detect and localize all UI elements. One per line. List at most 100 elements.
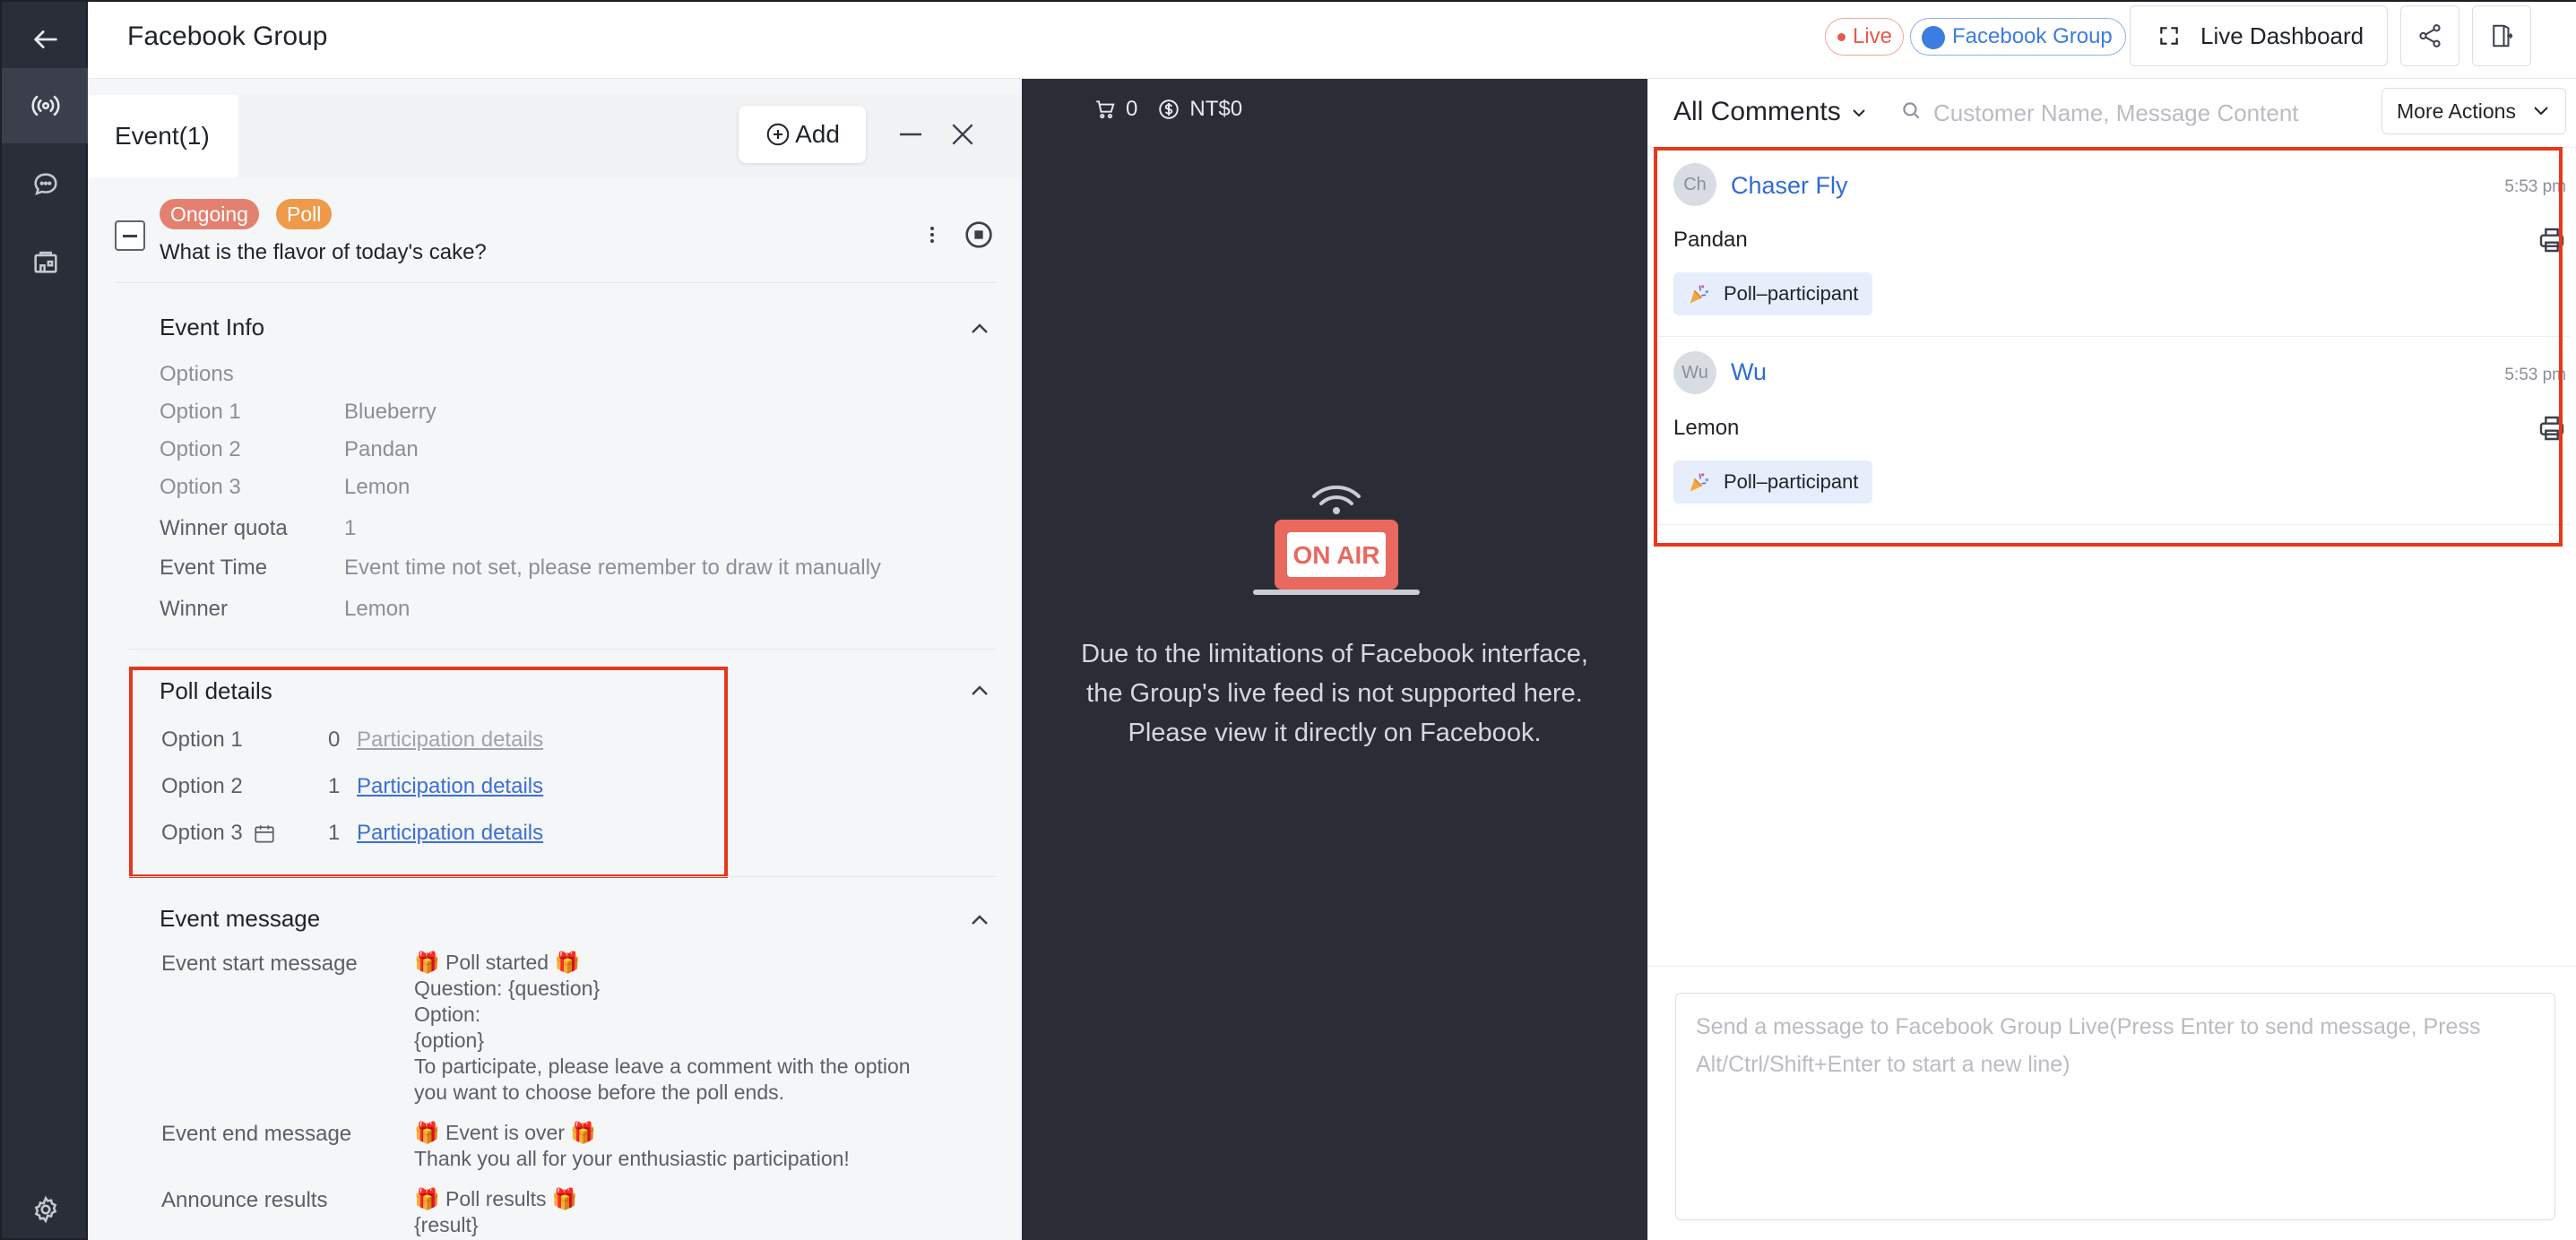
onair-icon: ON AIR [1253, 485, 1420, 595]
poll-option-1-label: Option 1 [161, 728, 243, 752]
participation-details-link-1[interactable]: Participation details [357, 728, 543, 753]
options-label: Options [160, 362, 234, 386]
event-type-badge: Poll [276, 199, 333, 229]
nav-chat[interactable] [2, 147, 90, 222]
plus-circle-icon [766, 123, 790, 146]
comments-filter-dropdown[interactable]: All Comments [1673, 97, 1866, 127]
message-line: {result} [414, 1213, 479, 1236]
exit-button[interactable] [2472, 5, 2531, 66]
announce-results-message: 🎁 Poll results 🎁 {result} [414, 1186, 578, 1238]
message-line: To participate, please leave a comment w… [414, 1055, 911, 1078]
message-compose-input[interactable] [1675, 993, 2555, 1220]
close-icon [952, 124, 973, 145]
option-3-value: Lemon [344, 475, 411, 499]
live-dashboard-label: Live Dashboard [2200, 22, 2364, 49]
status-badge: Ongoing [160, 199, 259, 229]
announce-results-label: Announce results [161, 1188, 328, 1212]
expand-icon [2160, 27, 2178, 45]
option-2-label: Option 2 [160, 437, 241, 461]
more-actions-label: More Actions [2397, 99, 2516, 123]
dollar-icon [1159, 99, 1180, 119]
divider [115, 282, 997, 283]
event-end-message: 🎁 Event is over 🎁 Thank you all for your… [414, 1120, 850, 1172]
add-event-button[interactable]: Add [739, 106, 866, 163]
event-end-message-label: Event end message [161, 1122, 352, 1146]
store-icon [34, 251, 57, 273]
share-button[interactable] [2400, 5, 2459, 66]
divider [129, 649, 997, 650]
settings-icon [34, 1195, 57, 1224]
group-icon [1922, 26, 1945, 49]
page-title: Facebook Group [127, 22, 328, 51]
minimize-icon [900, 133, 921, 136]
back-arrow-icon [34, 30, 57, 48]
winner-label: Winner [160, 597, 229, 621]
participation-details-link-2[interactable]: Participation details [357, 774, 543, 799]
top-bar: Facebook Group Live Facebook Group Live … [88, 0, 2576, 79]
message-line: 🎁 Event is over 🎁 [414, 1121, 597, 1144]
poll-option-3-label: Option 3 [161, 821, 243, 845]
option-3-label: Option 3 [160, 475, 241, 499]
winner-value: Lemon [344, 597, 411, 621]
cart-count: 0 [1126, 97, 1138, 121]
nav-settings[interactable] [2, 1172, 90, 1240]
amount: NT$0 [1189, 97, 1243, 121]
message-line: Thank you all for your enthusiastic part… [414, 1147, 850, 1170]
nav-store[interactable] [2, 224, 90, 299]
broadcast-icon [31, 95, 60, 116]
close-panel-button[interactable] [945, 116, 981, 152]
live-status-badge: Live [1825, 18, 1905, 56]
add-event-label: Add [795, 120, 840, 148]
onair-label: ON AIR [1293, 541, 1380, 569]
event-tab-bar: Event(1) Add [88, 95, 1022, 177]
chevron-down-icon [1853, 109, 1865, 117]
option-1-label: Option 1 [160, 400, 241, 424]
search-icon [1903, 102, 1920, 119]
poll-option-2-label: Option 2 [161, 774, 243, 798]
chevron-up-icon[interactable] [970, 323, 990, 335]
chevron-down-icon [2534, 107, 2548, 116]
minimize-button[interactable] [893, 116, 929, 152]
exit-icon [2493, 24, 2513, 47]
live-video-area: 0 NT$0 ON AIR Due to the limitations of … [1022, 79, 1647, 1240]
winner-quota-label: Winner quota [160, 516, 288, 540]
message-line: 🎁 Poll results 🎁 [414, 1187, 578, 1210]
participation-details-link-3[interactable]: Participation details [357, 821, 543, 846]
cart-icon [1096, 100, 1115, 119]
message-line: you want to choose before the poll ends. [414, 1081, 785, 1104]
comments-filter-label: All Comments [1673, 97, 1841, 126]
divider [129, 876, 997, 877]
back-button[interactable] [2, 2, 90, 77]
winner-quota-value: 1 [344, 516, 357, 540]
poll-option-1-count: 0 [328, 728, 341, 752]
chat-icon [34, 173, 57, 195]
poll-option-3-count: 1 [328, 821, 341, 845]
option-1-value: Blueberry [344, 400, 437, 424]
cart-summary: 0 NT$0 [1094, 97, 1242, 122]
tab-event[interactable]: Event(1) [88, 95, 238, 177]
event-message-title: Event message [160, 905, 321, 932]
kebab-icon[interactable] [923, 224, 941, 245]
message-line: Question: {question} [414, 977, 601, 1000]
platform-badge: Facebook Group [1910, 18, 2126, 56]
live-feed-notice: Due to the limitations of Facebook inter… [1081, 640, 1588, 747]
chevron-up-icon[interactable] [970, 914, 990, 926]
event-time-value: Event time not set, please remember to d… [344, 555, 881, 580]
event-start-message: 🎁 Poll started 🎁 Question: {question} Op… [414, 950, 911, 1106]
event-start-message-label: Event start message [161, 952, 358, 976]
comments-panel: All Comments More Actions Ch Chaser Fly … [1647, 79, 2576, 1240]
left-rail [0, 0, 90, 1240]
chevron-up-icon[interactable] [970, 685, 990, 697]
collapse-event-toggle[interactable] [115, 220, 145, 251]
divider [1648, 966, 2576, 967]
poll-option-2-count: 1 [328, 774, 341, 798]
platform-badge-label: Facebook Group [1952, 24, 2113, 48]
event-time-label: Event Time [160, 555, 268, 580]
option-2-value: Pandan [344, 437, 419, 461]
comment-search-input[interactable] [1933, 95, 2399, 131]
nav-live[interactable] [2, 68, 90, 143]
more-actions-dropdown[interactable]: More Actions [2382, 88, 2566, 134]
live-dashboard-button[interactable]: Live Dashboard [2130, 5, 2388, 66]
stop-circle-icon[interactable] [964, 220, 993, 249]
comments-highlight [1654, 147, 2563, 547]
